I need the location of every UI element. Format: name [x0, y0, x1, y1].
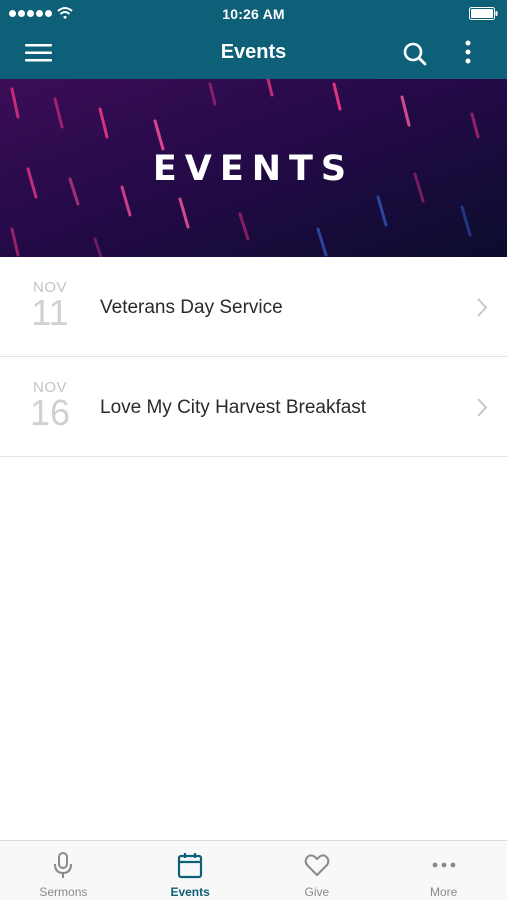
nav-bar: Events: [0, 28, 507, 79]
tab-more[interactable]: More: [380, 841, 507, 900]
chevron-right-icon: [477, 298, 488, 317]
search-icon: [403, 42, 427, 66]
more-options-button[interactable]: [456, 37, 480, 71]
event-day: 16: [29, 392, 71, 433]
event-row[interactable]: NOV 11 Veterans Day Service: [0, 257, 507, 357]
tab-label: Events: [170, 885, 210, 899]
event-day: 11: [31, 292, 69, 333]
chevron-right-icon: [477, 398, 488, 417]
hero-banner: EVENTS: [0, 79, 507, 257]
event-date: NOV 11: [14, 279, 86, 331]
hero-title: EVENTS: [152, 149, 355, 189]
status-time: 10:26 AM: [222, 6, 285, 22]
battery-icon: [469, 7, 498, 20]
tab-sermons[interactable]: Sermons: [0, 841, 127, 900]
status-bar: 10:26 AM: [0, 0, 507, 28]
event-row[interactable]: NOV 16 Love My City Harvest Breakfast: [0, 357, 507, 457]
event-title: Veterans Day Service: [100, 297, 283, 318]
event-title: Love My City Harvest Breakfast: [100, 397, 367, 418]
event-date: NOV 16: [14, 379, 86, 431]
vertical-ellipsis-icon: [465, 40, 471, 64]
search-button[interactable]: [398, 37, 432, 71]
calendar-icon: [178, 853, 203, 879]
tab-bar: Sermons Events Give More: [0, 840, 507, 900]
tab-label: Sermons: [39, 885, 88, 899]
event-list: NOV 11 Veterans Day Service NOV 16 Love …: [0, 257, 507, 457]
tab-label: More: [429, 885, 458, 899]
tab-give[interactable]: Give: [254, 841, 381, 900]
heart-icon: [304, 854, 330, 876]
tab-label: Give: [304, 885, 330, 899]
tab-events[interactable]: Events: [127, 841, 254, 900]
microphone-icon: [54, 852, 73, 878]
ellipsis-icon: [432, 862, 456, 868]
